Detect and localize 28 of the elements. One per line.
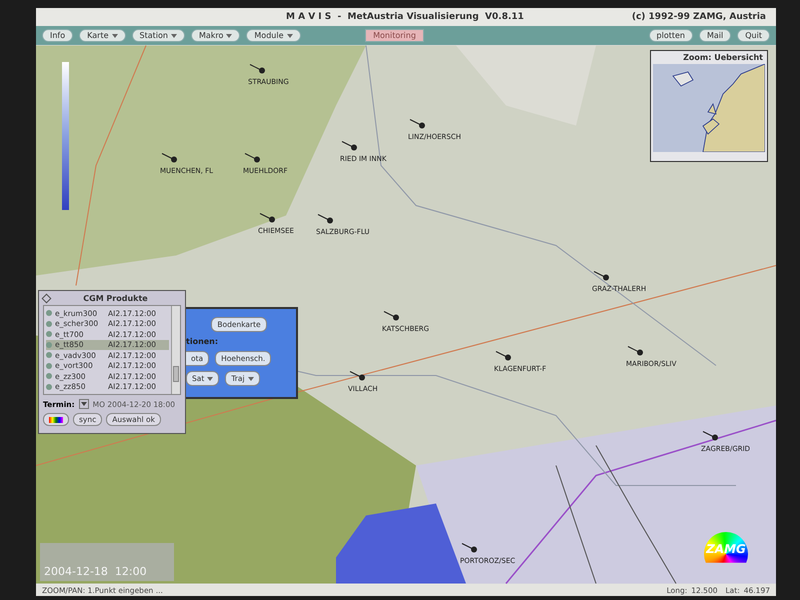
caret-icon	[286, 34, 292, 38]
window-title: M A V I S - MetAustria Visualisierung V0.8.11	[286, 12, 524, 22]
menu-button[interactable]: Station	[132, 29, 185, 42]
scroll-thumb[interactable]	[173, 366, 179, 382]
color-bars-icon	[49, 416, 63, 422]
menu-button[interactable]: Quit	[737, 29, 770, 42]
menu-button[interactable]: Mail	[699, 29, 732, 42]
pin-icon	[42, 293, 52, 303]
date-time-text: 2004-12-18 12:00	[44, 565, 147, 578]
caret-icon	[248, 376, 254, 380]
menu-button[interactable]: Makro	[190, 29, 240, 42]
scrollbar[interactable]	[171, 306, 180, 394]
color-button[interactable]	[43, 413, 69, 426]
section-label: tionen:	[186, 337, 220, 346]
caret-icon	[207, 376, 214, 380]
caret-icon	[170, 34, 177, 38]
menu-button[interactable]: plotten	[648, 29, 693, 42]
caret-icon	[112, 34, 118, 38]
dialog-title: CGM Produkte	[82, 294, 149, 302]
menu-button[interactable]: Info	[42, 29, 74, 42]
logo-text: ZAMG	[706, 542, 746, 556]
menu-button[interactable]: Karte	[79, 29, 126, 42]
dropdown-button[interactable]	[78, 399, 89, 409]
caret-icon	[226, 34, 232, 38]
menu-button[interactable]: Module	[246, 29, 300, 42]
panel-title: Zoom: Uebersicht	[682, 52, 764, 64]
copyright-text: (c) 1992-99 ZAMG, Austria	[632, 12, 766, 22]
monitoring-button[interactable]: Monitoring	[365, 29, 424, 42]
